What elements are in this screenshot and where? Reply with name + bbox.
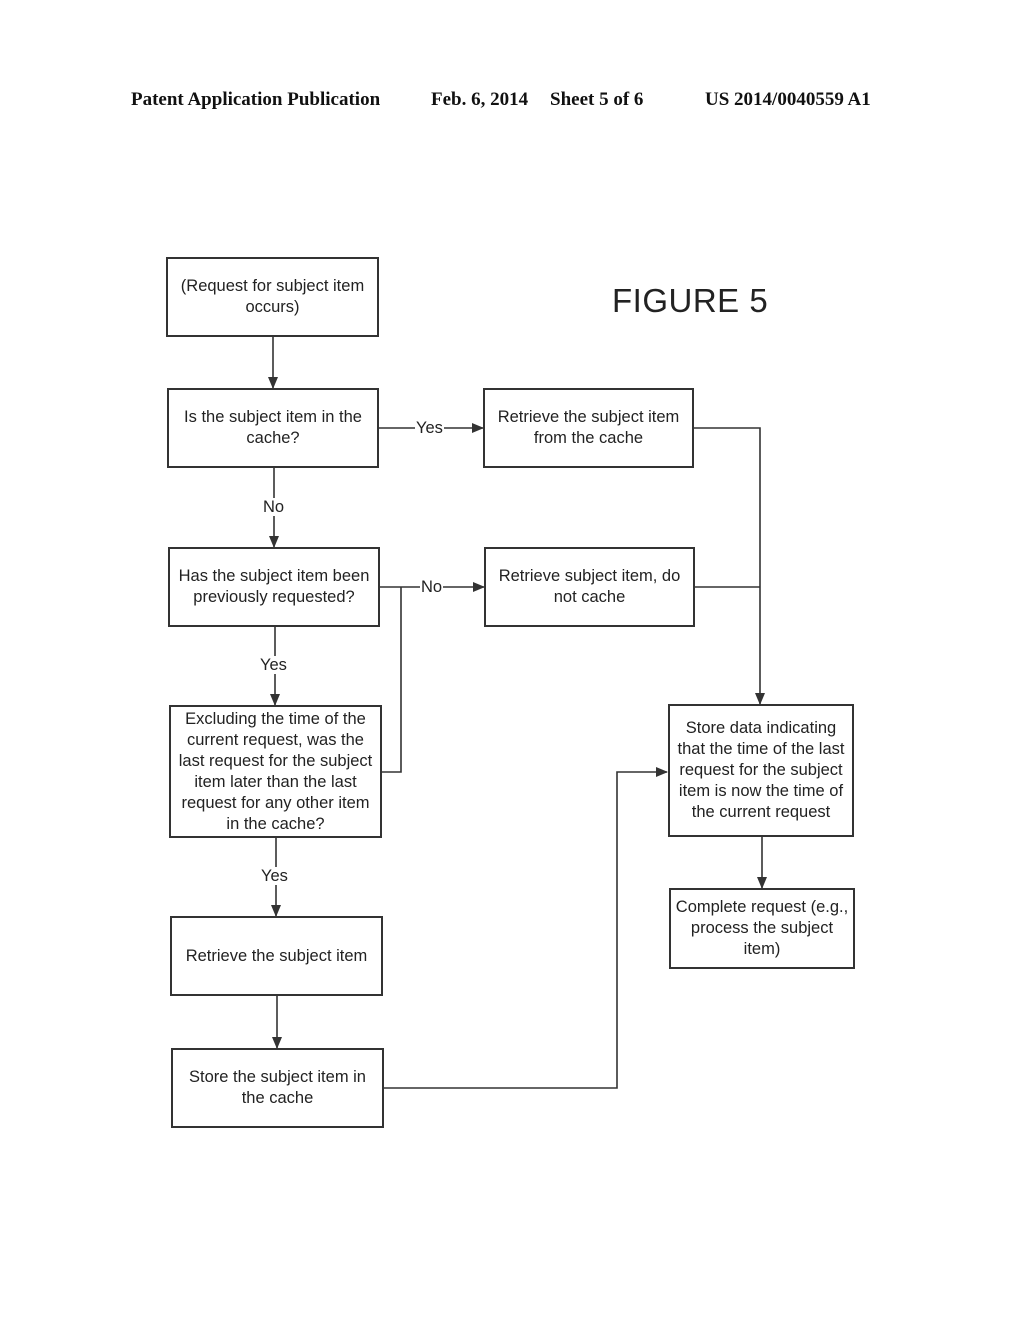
label-prev-yes: Yes [259,656,288,674]
label-in-cache-no: No [262,498,286,516]
edge-cache-hit-to-store-time [694,427,765,705]
node-store-time: Store data indicating that the time of t… [668,704,854,837]
node-complete: Complete request (e.g., process the subj… [669,888,855,969]
edge-later-no [382,587,402,773]
node-retrieve-from-cache: Retrieve the subject item from the cache [483,388,694,468]
label-prev-no: No [420,578,444,596]
node-start: (Request for subject item occurs) [166,257,379,337]
edge-store-to-store-time [383,767,668,1089]
node-previously-requested: Has the subject item been previously req… [168,547,380,627]
node-later-than-others: Excluding the time of the current reques… [169,705,382,838]
label-in-cache-yes: Yes [415,419,444,437]
node-retrieve-no-cache: Retrieve subject item, do not cache [484,547,695,627]
flowchart-connectors [268,337,767,1089]
node-in-cache: Is the subject item in the cache? [167,388,379,468]
node-retrieve-item: Retrieve the subject item [170,916,383,996]
label-later-yes: Yes [260,867,289,885]
node-store-in-cache: Store the subject item in the cache [171,1048,384,1128]
